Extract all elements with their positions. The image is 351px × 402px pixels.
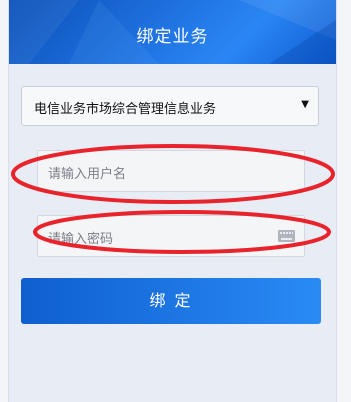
business-select[interactable]: 电信业务市场综合管理信息业务 ▼ [21,86,319,126]
username-placeholder: 请输入用户名 [48,167,127,182]
username-field[interactable]: 请输入用户名 [37,150,305,192]
bind-panel: 绑定业务 电信业务市场综合管理信息业务 ▼ 请输入用户名 请输入密码 绑 定 [8,0,337,402]
password-field[interactable]: 请输入密码 [37,215,305,257]
bind-button[interactable]: 绑 定 [21,278,321,324]
header-banner: 绑定业务 [9,0,336,64]
keyboard-icon[interactable] [278,230,295,242]
business-select-value: 电信业务市场综合管理信息业务 [34,102,217,117]
page-title: 绑定业务 [136,27,209,47]
caret-down-icon: ▼ [301,99,309,110]
password-placeholder: 请输入密码 [48,232,114,247]
